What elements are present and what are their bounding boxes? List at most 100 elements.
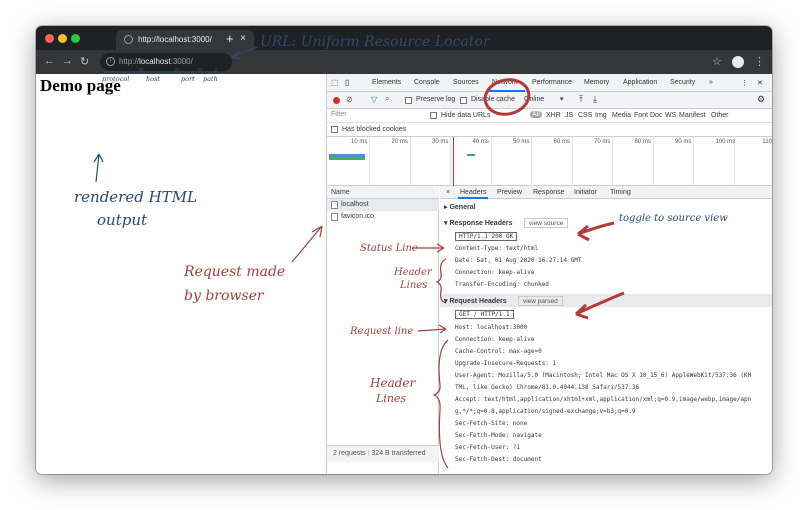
request-row-localhost[interactable]: localhost bbox=[327, 199, 439, 211]
profile-avatar-icon[interactable] bbox=[732, 56, 744, 68]
minimize-window-button[interactable] bbox=[58, 34, 67, 43]
view-parsed-button[interactable]: view parsed bbox=[518, 296, 563, 306]
network-toolbar: ⊘ ▽ ⌕ Preserve log Disable cache Online … bbox=[327, 92, 772, 109]
header-lines-annotation-2a: Header bbox=[370, 376, 416, 390]
timeline-tick-label: 70 ms bbox=[594, 139, 611, 145]
new-tab-button[interactable]: + bbox=[226, 31, 234, 46]
hide-data-urls-checkbox[interactable] bbox=[430, 112, 437, 119]
tab-timing[interactable]: Timing bbox=[610, 189, 631, 196]
request-header-line: Accept: text/html,application/xhtml+xml,… bbox=[455, 396, 752, 403]
tab-preview[interactable]: Preview bbox=[497, 189, 522, 196]
tab-performance[interactable]: Performance bbox=[532, 79, 572, 86]
response-header-line: Content-Type: text/html bbox=[455, 245, 539, 252]
devtools-menu-icon[interactable]: ⋮ bbox=[741, 79, 748, 87]
menu-kebab-icon[interactable]: ⋮ bbox=[754, 55, 765, 68]
timeline-gridline bbox=[612, 137, 613, 186]
tab-security[interactable]: Security bbox=[670, 79, 695, 86]
tab-initiator[interactable]: Initiator bbox=[574, 189, 597, 196]
type-filter-xhr[interactable]: XHR bbox=[546, 112, 561, 119]
type-filter-font[interactable]: Font bbox=[634, 112, 648, 119]
request-headers-title: ▾ Request Headers bbox=[444, 298, 507, 305]
request-headers-section[interactable]: ▾ Request Headers view parsed bbox=[440, 294, 772, 307]
device-toolbar-icon[interactable]: ▯ bbox=[345, 78, 349, 87]
request-row-favicon[interactable]: favicon.ico bbox=[327, 211, 439, 223]
more-tabs-icon[interactable]: » bbox=[709, 79, 713, 86]
type-filter-js[interactable]: JS bbox=[565, 112, 573, 119]
has-blocked-cookies-checkbox[interactable] bbox=[331, 126, 338, 133]
throttle-select[interactable]: Online bbox=[524, 96, 544, 103]
path-annotation: path bbox=[203, 75, 218, 83]
tab-application[interactable]: Application bbox=[623, 79, 657, 86]
settings-gear-icon[interactable]: ⚙ bbox=[757, 94, 765, 105]
type-filter-all[interactable]: All bbox=[530, 111, 542, 118]
type-filter-img[interactable]: Img bbox=[595, 112, 607, 119]
view-source-button[interactable]: view source bbox=[524, 218, 569, 228]
zoom-window-button[interactable] bbox=[71, 34, 80, 43]
timeline-tick-label: 90 ms bbox=[675, 139, 692, 145]
filter-input[interactable]: Filter bbox=[329, 111, 425, 121]
filter-funnel-icon[interactable]: ▽ bbox=[371, 95, 377, 104]
search-icon[interactable]: ⌕ bbox=[385, 94, 389, 104]
reload-icon[interactable]: ↻ bbox=[80, 55, 89, 68]
close-detail-icon[interactable]: × bbox=[446, 189, 450, 196]
response-header-line: Connection: keep-alive bbox=[455, 269, 535, 276]
timeline-gridline bbox=[450, 137, 451, 186]
network-timeline-overview[interactable]: 10 ms 20 ms 30 ms 40 ms 50 ms 60 ms 70 ms 80 ms… bbox=[327, 137, 772, 186]
import-har-icon[interactable]: ⤒ bbox=[579, 94, 583, 105]
timeline-tick-label: 60 ms bbox=[553, 139, 570, 145]
forward-arrow-icon[interactable]: → bbox=[62, 55, 73, 67]
record-icon[interactable] bbox=[333, 97, 340, 104]
tab-elements[interactable]: Elements bbox=[372, 79, 401, 86]
disable-cache-checkbox[interactable] bbox=[460, 97, 467, 104]
tab-headers[interactable]: Headers bbox=[460, 189, 486, 196]
request-header-line: Sec-Fetch-User: ?1 bbox=[455, 444, 521, 451]
timeline-tick-label: 30 ms bbox=[432, 139, 449, 145]
bookmark-star-icon[interactable]: ☆ bbox=[712, 55, 722, 68]
timeline-tick-label: 100 ms bbox=[715, 139, 736, 145]
type-filter-manifest[interactable]: Manifest bbox=[679, 112, 705, 119]
has-blocked-cookies-label: Has blocked cookies bbox=[342, 126, 407, 133]
type-filter-doc[interactable]: Doc bbox=[650, 112, 662, 119]
tab-close-icon[interactable]: × bbox=[240, 33, 246, 44]
load-event-line bbox=[453, 137, 454, 186]
export-har-icon[interactable]: ⤓ bbox=[593, 94, 597, 105]
host-annotation: host bbox=[146, 75, 161, 83]
devtools-panel: ⬚ ▯ Elements Console Sources Network Per… bbox=[326, 74, 772, 474]
request-detail-pane: × Headers Preview Response Initiator Tim… bbox=[440, 186, 772, 474]
inspect-element-icon[interactable]: ⬚ bbox=[331, 78, 339, 87]
preserve-log-checkbox[interactable] bbox=[405, 97, 412, 104]
close-window-button[interactable] bbox=[45, 34, 54, 43]
request-header-line: Cache-Control: max-age=0 bbox=[455, 348, 542, 355]
chevron-down-icon[interactable]: ▾ bbox=[560, 95, 564, 103]
type-filter-other[interactable]: Other bbox=[711, 112, 729, 119]
address-url: http://localhost:3000/ bbox=[119, 57, 193, 66]
type-filter-media[interactable]: Media bbox=[612, 112, 631, 119]
document-file-icon bbox=[331, 213, 338, 221]
transferred-size: 324 B transferred bbox=[371, 450, 426, 457]
type-filter-css[interactable]: CSS bbox=[578, 112, 592, 119]
address-bar[interactable]: i http://localhost:3000/ bbox=[100, 53, 232, 71]
filter-bar: Filter Hide data URLs All XHR JS CSS Img Medi… bbox=[327, 109, 772, 123]
url-rest: :3000/ bbox=[170, 57, 193, 66]
info-icon[interactable]: i bbox=[106, 57, 115, 66]
port-annotation: port bbox=[181, 75, 195, 83]
general-section-header[interactable]: ▸ General bbox=[440, 200, 772, 213]
timeline-gridline bbox=[571, 137, 573, 186]
name-column-header[interactable]: Name bbox=[327, 186, 439, 199]
back-arrow-icon[interactable]: ← bbox=[44, 55, 55, 67]
tab-memory[interactable]: Memory bbox=[584, 79, 609, 86]
waterfall-bar-favicon bbox=[329, 157, 365, 160]
devtools-close-icon[interactable]: ✕ bbox=[757, 79, 763, 87]
globe-icon bbox=[124, 35, 133, 44]
timeline-tick-label: 40 ms bbox=[472, 139, 489, 145]
tab-network[interactable]: Network bbox=[492, 79, 518, 86]
tab-response[interactable]: Response bbox=[533, 189, 565, 196]
request-header-line: Sec-Fetch-Mode: navigate bbox=[455, 432, 542, 439]
timeline-gridline bbox=[693, 137, 694, 186]
tab-sources[interactable]: Sources bbox=[453, 79, 479, 86]
type-filter-ws[interactable]: WS bbox=[665, 112, 676, 119]
request-made-annotation-line1: Request made bbox=[184, 264, 286, 280]
request-line: GET / HTTP/1.1 bbox=[455, 310, 514, 319]
clear-icon[interactable]: ⊘ bbox=[346, 95, 353, 104]
tab-console[interactable]: Console bbox=[414, 79, 440, 86]
